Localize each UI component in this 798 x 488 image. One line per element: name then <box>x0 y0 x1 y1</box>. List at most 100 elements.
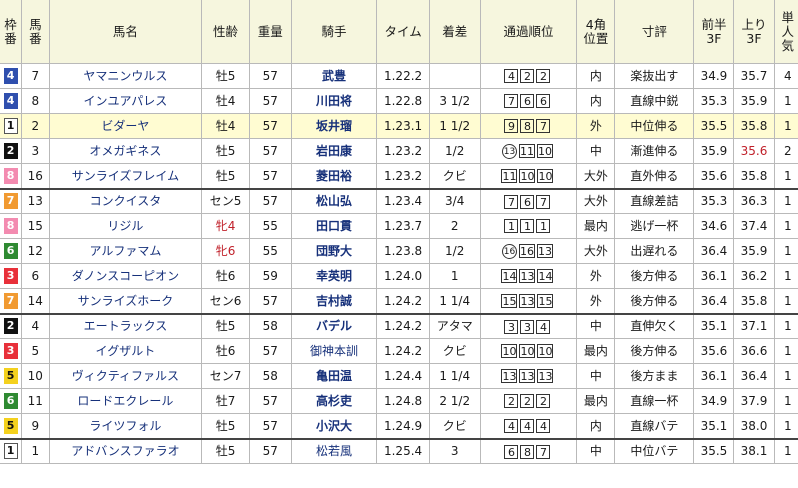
last3f-cell: 35.8 <box>733 288 775 315</box>
passing-position: 13 <box>519 369 536 384</box>
table-row[interactable]: 4 8 インユアパレス 牡4 57 川田将 1.22.8 3 1/2 7 6 6 内直線中鋭 35.3 3… <box>0 88 798 114</box>
passing-position: 15 <box>501 294 518 308</box>
jockey-link[interactable]: 団野大 <box>290 238 378 264</box>
umaban-cell: 9 <box>21 413 50 440</box>
jockey-link[interactable]: 岩田康 <box>290 138 378 164</box>
weight-cell: 57 <box>248 138 292 164</box>
table-row[interactable]: 2 3 オメガギネス 牡5 57 岩田康 1.23.2 1/2 13 11 10 中漸進伸る 35.9 3… <box>0 138 798 164</box>
header-weight: 重量 <box>248 0 292 64</box>
table-row[interactable]: 8 16 サンライズフレイム 牡5 57 菱田裕 1.23.2 クビ 11 10 10 大外 直外伸る 3… <box>0 163 798 190</box>
passing-position: 2 <box>520 69 535 84</box>
horse-name-link[interactable]: オメガギネス <box>48 138 203 164</box>
passing-position: 10 <box>536 144 553 158</box>
jockey-link[interactable]: 亀田温 <box>290 363 378 389</box>
table-row[interactable]: 1 1 アドバンスファラオ 牡5 57 松若風 1.25.4 3 6 8 7 中中位バテ 35.5 38.… <box>0 438 798 464</box>
passing-position: 6 <box>520 94 535 109</box>
corner-position-cell: 外 <box>576 113 616 139</box>
sex-age-cell: 牝6 <box>201 238 250 264</box>
waku-cell: 7 <box>0 188 23 214</box>
jockey-link[interactable]: 高杉吏 <box>290 388 378 414</box>
table-row[interactable]: 3 5 イグザルト 牡6 57 御神本訓 1.24.2 クビ 10 10 10 最内 後方伸る 35.6 3… <box>0 338 798 364</box>
horse-name-link[interactable]: ヴィクティファルス <box>48 363 203 389</box>
horse-name-link[interactable]: ロードエクレール <box>48 388 203 414</box>
header-comment: 寸評 <box>614 0 695 64</box>
table-row[interactable]: 8 15 リジル 牝4 55 田口貫 1.23.7 2 1 1 1 最内 逃げ一杯 34.6 37.4 1 <box>0 213 798 239</box>
horse-name-link[interactable]: ダノンスコーピオン <box>48 263 203 289</box>
table-row[interactable]: 4 7 ヤマニンウルス 牡5 57 武豊 1.22.2 4 2 2 内楽抜出す 34.9 35.7 4 <box>0 63 798 89</box>
horse-name-link[interactable]: アドバンスファラオ <box>48 438 203 464</box>
passing-order-cell: 10 10 10 <box>479 338 578 364</box>
margin-cell: 2 1/2 <box>428 388 481 414</box>
jockey-link[interactable]: 幸英明 <box>290 263 378 289</box>
table-row[interactable]: 5 10 ヴィクティファルス セン7 58 亀田温 1.24.4 1 1/4 13 13 13 中後方… <box>0 363 798 389</box>
comment-cell: 直外伸る <box>614 163 695 190</box>
horse-name-link[interactable]: ヤマニンウルス <box>48 63 203 89</box>
table-row[interactable]: 7 14 サンライズホーク セン6 57 吉村誠 1.24.2 1 1/4 15 13 15 外後方伸… <box>0 288 798 315</box>
jockey-link[interactable]: 小沢大 <box>290 413 378 440</box>
passing-position: 10 <box>519 169 536 183</box>
table-row[interactable]: 2 4 エートラックス 牡5 58 バデル 1.24.2 アタマ 3 3 4 中直伸欠く 35.1 37.… <box>0 313 798 339</box>
passing-position: 3 <box>504 319 519 334</box>
first3f-cell: 35.6 <box>693 163 735 190</box>
horse-name-link[interactable]: リジル <box>48 213 203 239</box>
jockey-link[interactable]: 御神本訓 <box>290 338 378 364</box>
table-row[interactable]: 3 6 ダノンスコーピオン 牡6 59 幸英明 1.24.0 1 14 13 14 外後方伸る 36.1… <box>0 263 798 289</box>
jockey-link[interactable]: 坂井瑠 <box>290 113 378 139</box>
horse-name-link[interactable]: サンライズフレイム <box>48 163 203 190</box>
header-waku: 枠番 <box>0 0 23 64</box>
jockey-link[interactable]: 田口貫 <box>290 213 378 239</box>
horse-name-link[interactable]: イグザルト <box>48 338 203 364</box>
jockey-link[interactable]: 松山弘 <box>290 188 378 214</box>
horse-name-link[interactable]: インユアパレス <box>48 88 203 114</box>
passing-position: 16 <box>501 243 517 259</box>
horse-name-link[interactable]: ビダーヤ <box>48 113 203 139</box>
table-row[interactable]: 7 13 コンクイスタ セン5 57 松山弘 1.23.4 3/4 7 6 7 大外 直線差詰 35.3 3… <box>0 188 798 214</box>
header-first3f: 前半 3F <box>693 0 735 64</box>
last3f-cell: 38.0 <box>733 413 775 440</box>
jockey-link[interactable]: 菱田裕 <box>290 163 378 190</box>
time-cell: 1.22.8 <box>376 88 430 114</box>
corner-position-cell: 中 <box>576 438 616 464</box>
passing-position: 1 <box>536 219 551 234</box>
horse-name-link[interactable]: サンライズホーク <box>48 288 203 315</box>
sex-age-cell: 牡6 <box>201 263 250 289</box>
header-corner: 4角 位置 <box>576 0 616 64</box>
jockey-link[interactable]: バデル <box>290 313 378 339</box>
jockey-link[interactable]: 吉村誠 <box>290 288 378 315</box>
passing-position: 7 <box>536 444 551 459</box>
horse-name-link[interactable]: エートラックス <box>48 313 203 339</box>
passing-position: 6 <box>504 444 519 459</box>
passing-position: 7 <box>504 194 519 209</box>
first3f-cell: 36.4 <box>693 288 735 315</box>
horse-name-link[interactable]: コンクイスタ <box>48 188 203 214</box>
waku-badge: 2 <box>3 143 18 159</box>
horse-name-link[interactable]: ライツフォル <box>48 413 203 440</box>
weight-cell: 57 <box>248 288 292 315</box>
last3f-cell: 36.2 <box>733 263 775 289</box>
table-row[interactable]: 6 11 ロードエクレール 牡7 57 高杉吏 1.24.8 2 1/2 2 2 2 最内 直線一杯 34… <box>0 388 798 414</box>
comment-cell: 逃げ一杯 <box>614 213 695 239</box>
table-row[interactable]: 1 2 ビダーヤ 牡4 57 坂井瑠 1.23.1 1 1/2 9 8 7 外中位伸る 35.5 35.8… <box>0 113 798 139</box>
margin-cell: アタマ <box>428 313 481 339</box>
jockey-link[interactable]: 松若風 <box>290 438 378 464</box>
sex-age-cell: セン7 <box>201 363 250 389</box>
margin-cell: 3 1/2 <box>428 88 481 114</box>
jockey-link[interactable]: 川田将 <box>290 88 378 114</box>
odds-rank-cell: 4 <box>773 63 798 89</box>
passing-order-cell: 13 13 13 <box>479 363 578 389</box>
sex-age-cell: 牝4 <box>201 213 250 239</box>
jockey-link[interactable]: 武豊 <box>290 63 378 89</box>
passing-position: 13 <box>537 369 554 384</box>
last3f-cell: 37.9 <box>733 388 775 414</box>
corner-position-cell: 内 <box>576 413 616 440</box>
comment-cell: 中位バテ <box>614 438 695 464</box>
horse-name-link[interactable]: アルファマム <box>48 238 203 264</box>
race-results-table: 枠番 馬番 馬名 性齢 重量 騎手 タイム 着差 通過順位 4角 位置 寸評 前半… <box>0 0 798 464</box>
table-row[interactable]: 6 12 アルファマム 牝6 55 団野大 1.23.8 1/2 16 16 13 大外 出遅れる 36.… <box>0 238 798 264</box>
odds-rank-cell: 1 <box>773 288 798 315</box>
margin-cell: 1/2 <box>428 138 481 164</box>
waku-badge: 1 <box>3 118 18 134</box>
umaban-cell: 6 <box>21 263 50 289</box>
odds-rank-cell: 1 <box>773 438 798 464</box>
table-row[interactable]: 5 9 ライツフォル 牡5 57 小沢大 1.24.9 クビ 4 4 4 内直線バテ 35.1 38.0 1 <box>0 413 798 440</box>
